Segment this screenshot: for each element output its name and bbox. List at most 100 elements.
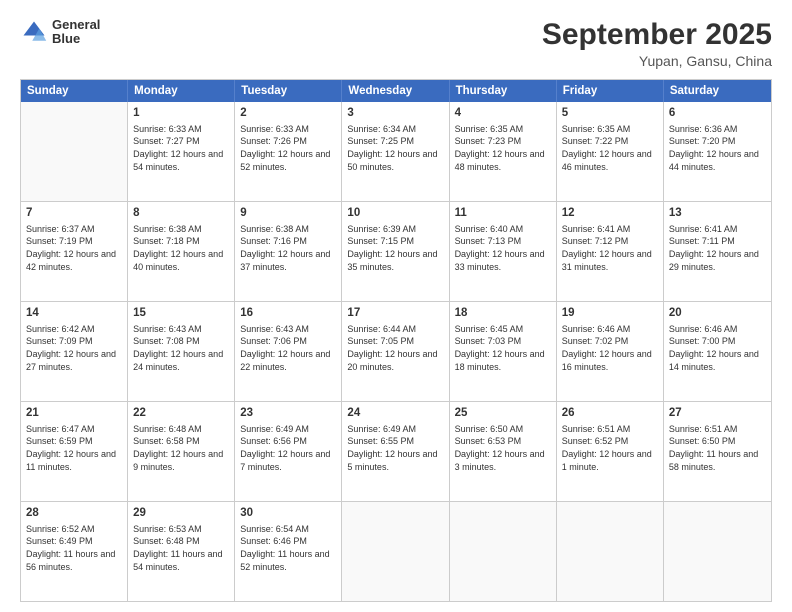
week-row-1: 1Sunrise: 6:33 AM Sunset: 7:27 PM Daylig… <box>21 102 771 201</box>
cell-info: Sunrise: 6:48 AM Sunset: 6:58 PM Dayligh… <box>133 423 229 473</box>
title-month: September 2025 <box>542 18 772 51</box>
cell-info: Sunrise: 6:38 AM Sunset: 7:16 PM Dayligh… <box>240 223 336 273</box>
header-wednesday: Wednesday <box>342 80 449 102</box>
title-block: September 2025 Yupan, Gansu, China <box>542 18 772 69</box>
cal-cell-w1-d6: 5Sunrise: 6:35 AM Sunset: 7:22 PM Daylig… <box>557 102 664 201</box>
cal-cell-w5-d5 <box>450 502 557 601</box>
title-location: Yupan, Gansu, China <box>542 53 772 69</box>
week-row-2: 7Sunrise: 6:37 AM Sunset: 7:19 PM Daylig… <box>21 201 771 301</box>
cal-cell-w3-d3: 16Sunrise: 6:43 AM Sunset: 7:06 PM Dayli… <box>235 302 342 401</box>
header-tuesday: Tuesday <box>235 80 342 102</box>
cell-info: Sunrise: 6:33 AM Sunset: 7:26 PM Dayligh… <box>240 123 336 173</box>
logo-line1: General <box>52 18 100 32</box>
day-number: 5 <box>562 106 658 122</box>
cal-cell-w2-d3: 9Sunrise: 6:38 AM Sunset: 7:16 PM Daylig… <box>235 202 342 301</box>
day-number: 28 <box>26 506 122 522</box>
day-number: 19 <box>562 306 658 322</box>
cell-info: Sunrise: 6:43 AM Sunset: 7:08 PM Dayligh… <box>133 323 229 373</box>
header: General Blue September 2025 Yupan, Gansu… <box>20 18 772 69</box>
day-number: 18 <box>455 306 551 322</box>
cell-info: Sunrise: 6:51 AM Sunset: 6:52 PM Dayligh… <box>562 423 658 473</box>
cal-cell-w3-d6: 19Sunrise: 6:46 AM Sunset: 7:02 PM Dayli… <box>557 302 664 401</box>
day-number: 24 <box>347 406 443 422</box>
cell-info: Sunrise: 6:53 AM Sunset: 6:48 PM Dayligh… <box>133 523 229 573</box>
cal-cell-w2-d1: 7Sunrise: 6:37 AM Sunset: 7:19 PM Daylig… <box>21 202 128 301</box>
day-number: 10 <box>347 206 443 222</box>
logo: General Blue <box>20 18 100 47</box>
cal-cell-w2-d4: 10Sunrise: 6:39 AM Sunset: 7:15 PM Dayli… <box>342 202 449 301</box>
cal-cell-w1-d1 <box>21 102 128 201</box>
calendar-body: 1Sunrise: 6:33 AM Sunset: 7:27 PM Daylig… <box>21 102 771 601</box>
cal-cell-w5-d3: 30Sunrise: 6:54 AM Sunset: 6:46 PM Dayli… <box>235 502 342 601</box>
day-number: 13 <box>669 206 766 222</box>
cell-info: Sunrise: 6:38 AM Sunset: 7:18 PM Dayligh… <box>133 223 229 273</box>
cal-cell-w5-d6 <box>557 502 664 601</box>
cal-cell-w5-d1: 28Sunrise: 6:52 AM Sunset: 6:49 PM Dayli… <box>21 502 128 601</box>
cell-info: Sunrise: 6:41 AM Sunset: 7:11 PM Dayligh… <box>669 223 766 273</box>
cell-info: Sunrise: 6:46 AM Sunset: 7:02 PM Dayligh… <box>562 323 658 373</box>
cal-cell-w5-d2: 29Sunrise: 6:53 AM Sunset: 6:48 PM Dayli… <box>128 502 235 601</box>
cell-info: Sunrise: 6:34 AM Sunset: 7:25 PM Dayligh… <box>347 123 443 173</box>
week-row-3: 14Sunrise: 6:42 AM Sunset: 7:09 PM Dayli… <box>21 301 771 401</box>
header-friday: Friday <box>557 80 664 102</box>
cal-cell-w4-d4: 24Sunrise: 6:49 AM Sunset: 6:55 PM Dayli… <box>342 402 449 501</box>
cal-cell-w1-d3: 2Sunrise: 6:33 AM Sunset: 7:26 PM Daylig… <box>235 102 342 201</box>
cell-info: Sunrise: 6:35 AM Sunset: 7:23 PM Dayligh… <box>455 123 551 173</box>
cell-info: Sunrise: 6:46 AM Sunset: 7:00 PM Dayligh… <box>669 323 766 373</box>
day-number: 14 <box>26 306 122 322</box>
cal-cell-w5-d4 <box>342 502 449 601</box>
day-number: 1 <box>133 106 229 122</box>
day-number: 2 <box>240 106 336 122</box>
cell-info: Sunrise: 6:49 AM Sunset: 6:56 PM Dayligh… <box>240 423 336 473</box>
cell-info: Sunrise: 6:42 AM Sunset: 7:09 PM Dayligh… <box>26 323 122 373</box>
header-thursday: Thursday <box>450 80 557 102</box>
page: General Blue September 2025 Yupan, Gansu… <box>0 0 792 612</box>
cell-info: Sunrise: 6:51 AM Sunset: 6:50 PM Dayligh… <box>669 423 766 473</box>
logo-text: General Blue <box>52 18 100 47</box>
logo-icon <box>20 18 48 46</box>
cell-info: Sunrise: 6:39 AM Sunset: 7:15 PM Dayligh… <box>347 223 443 273</box>
day-number: 7 <box>26 206 122 222</box>
cal-cell-w1-d5: 4Sunrise: 6:35 AM Sunset: 7:23 PM Daylig… <box>450 102 557 201</box>
cal-cell-w1-d7: 6Sunrise: 6:36 AM Sunset: 7:20 PM Daylig… <box>664 102 771 201</box>
day-number: 11 <box>455 206 551 222</box>
day-number: 9 <box>240 206 336 222</box>
cal-cell-w4-d7: 27Sunrise: 6:51 AM Sunset: 6:50 PM Dayli… <box>664 402 771 501</box>
cal-cell-w2-d7: 13Sunrise: 6:41 AM Sunset: 7:11 PM Dayli… <box>664 202 771 301</box>
cell-info: Sunrise: 6:52 AM Sunset: 6:49 PM Dayligh… <box>26 523 122 573</box>
week-row-4: 21Sunrise: 6:47 AM Sunset: 6:59 PM Dayli… <box>21 401 771 501</box>
cell-info: Sunrise: 6:41 AM Sunset: 7:12 PM Dayligh… <box>562 223 658 273</box>
day-number: 16 <box>240 306 336 322</box>
cal-cell-w4-d1: 21Sunrise: 6:47 AM Sunset: 6:59 PM Dayli… <box>21 402 128 501</box>
cell-info: Sunrise: 6:50 AM Sunset: 6:53 PM Dayligh… <box>455 423 551 473</box>
calendar: Sunday Monday Tuesday Wednesday Thursday… <box>20 79 772 602</box>
cell-info: Sunrise: 6:43 AM Sunset: 7:06 PM Dayligh… <box>240 323 336 373</box>
cal-cell-w1-d4: 3Sunrise: 6:34 AM Sunset: 7:25 PM Daylig… <box>342 102 449 201</box>
logo-line2: Blue <box>52 32 100 46</box>
cell-info: Sunrise: 6:40 AM Sunset: 7:13 PM Dayligh… <box>455 223 551 273</box>
cal-cell-w2-d5: 11Sunrise: 6:40 AM Sunset: 7:13 PM Dayli… <box>450 202 557 301</box>
cal-cell-w3-d4: 17Sunrise: 6:44 AM Sunset: 7:05 PM Dayli… <box>342 302 449 401</box>
day-number: 6 <box>669 106 766 122</box>
day-number: 30 <box>240 506 336 522</box>
day-number: 4 <box>455 106 551 122</box>
calendar-header: Sunday Monday Tuesday Wednesday Thursday… <box>21 80 771 102</box>
header-saturday: Saturday <box>664 80 771 102</box>
cell-info: Sunrise: 6:47 AM Sunset: 6:59 PM Dayligh… <box>26 423 122 473</box>
cal-cell-w4-d5: 25Sunrise: 6:50 AM Sunset: 6:53 PM Dayli… <box>450 402 557 501</box>
cal-cell-w4-d6: 26Sunrise: 6:51 AM Sunset: 6:52 PM Dayli… <box>557 402 664 501</box>
day-number: 15 <box>133 306 229 322</box>
day-number: 21 <box>26 406 122 422</box>
cal-cell-w3-d5: 18Sunrise: 6:45 AM Sunset: 7:03 PM Dayli… <box>450 302 557 401</box>
header-sunday: Sunday <box>21 80 128 102</box>
day-number: 23 <box>240 406 336 422</box>
day-number: 3 <box>347 106 443 122</box>
cell-info: Sunrise: 6:36 AM Sunset: 7:20 PM Dayligh… <box>669 123 766 173</box>
day-number: 20 <box>669 306 766 322</box>
day-number: 25 <box>455 406 551 422</box>
cal-cell-w4-d3: 23Sunrise: 6:49 AM Sunset: 6:56 PM Dayli… <box>235 402 342 501</box>
day-number: 27 <box>669 406 766 422</box>
cal-cell-w3-d7: 20Sunrise: 6:46 AM Sunset: 7:00 PM Dayli… <box>664 302 771 401</box>
day-number: 17 <box>347 306 443 322</box>
day-number: 26 <box>562 406 658 422</box>
